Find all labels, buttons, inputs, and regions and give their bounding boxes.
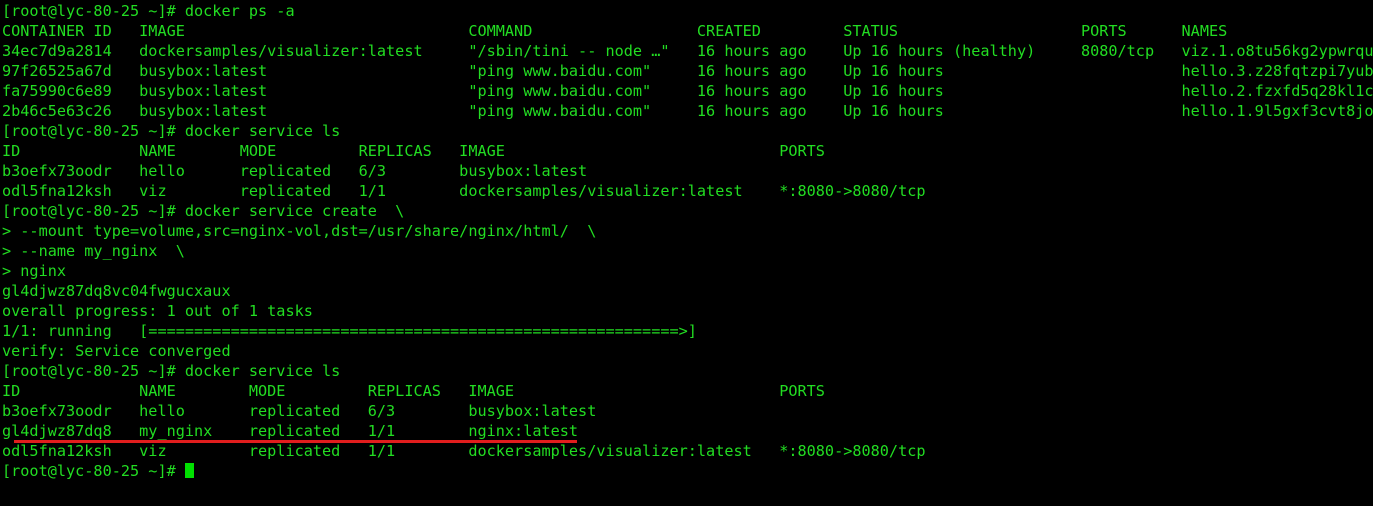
terminal-line-prompt-docker-ps: [root@lyc-80-25 ~]# docker ps -a xyxy=(2,2,295,20)
terminal-window[interactable]: [root@lyc-80-25 ~]# docker ps -a CONTAIN… xyxy=(0,0,1373,506)
service-create-overall-progress: overall progress: 1 out of 1 tasks xyxy=(2,302,313,320)
docker-ps-row: 2b46c5e63c26 busybox:latest "ping www.ba… xyxy=(2,102,1373,120)
service-ls-row: odl5fna12ksh viz replicated 1/1 dockersa… xyxy=(2,182,926,200)
docker-ps-row: 97f26525a67d busybox:latest "ping www.ba… xyxy=(2,62,1373,80)
docker-ps-header-row: CONTAINER ID IMAGE COMMAND CREATED STATU… xyxy=(2,22,1228,40)
service-create-continuation-image: > nginx xyxy=(2,262,67,280)
terminal-line-prompt-service-ls-1: [root@lyc-80-25 ~]# docker service ls xyxy=(2,122,341,140)
docker-ps-row: fa75990c6e89 busybox:latest "ping www.ba… xyxy=(2,82,1373,100)
service-ls-row: b3oefx73oodr hello replicated 6/3 busybo… xyxy=(2,402,597,420)
service-ls-row: odl5fna12ksh viz replicated 1/1 dockersa… xyxy=(2,442,926,460)
service-ls-row: b3oefx73oodr hello replicated 6/3 busybo… xyxy=(2,162,588,180)
red-annotation-underline xyxy=(14,440,577,443)
service-ls-header-row: ID NAME MODE REPLICAS IMAGE PORTS xyxy=(2,142,825,160)
service-create-continuation-name: > --name my_nginx \ xyxy=(2,242,185,260)
service-ls-row-my-nginx: gl4djwz87dq8 my_nginx replicated 1/1 ngi… xyxy=(2,422,579,440)
service-create-continuation-mount: > --mount type=volume,src=nginx-vol,dst=… xyxy=(2,222,597,240)
cursor-block xyxy=(184,463,194,478)
service-create-service-id: gl4djwz87dq8vc04fwgucxaux xyxy=(2,282,231,300)
docker-ps-row: 34ec7d9a2814 dockersamples/visualizer:la… xyxy=(2,42,1373,60)
terminal-line-prompt-service-create: [root@lyc-80-25 ~]# docker service creat… xyxy=(2,202,405,220)
terminal-line-active-prompt: [root@lyc-80-25 ~]# xyxy=(2,461,1373,481)
service-create-progress-bar: 1/1: running [==========================… xyxy=(2,322,697,340)
prompt-text: [root@lyc-80-25 ~]# xyxy=(2,462,185,480)
service-create-verify-message: verify: Service converged xyxy=(2,342,231,360)
service-ls-header-row: ID NAME MODE REPLICAS IMAGE PORTS xyxy=(2,382,825,400)
terminal-line-prompt-service-ls-2: [root@lyc-80-25 ~]# docker service ls xyxy=(2,362,341,380)
